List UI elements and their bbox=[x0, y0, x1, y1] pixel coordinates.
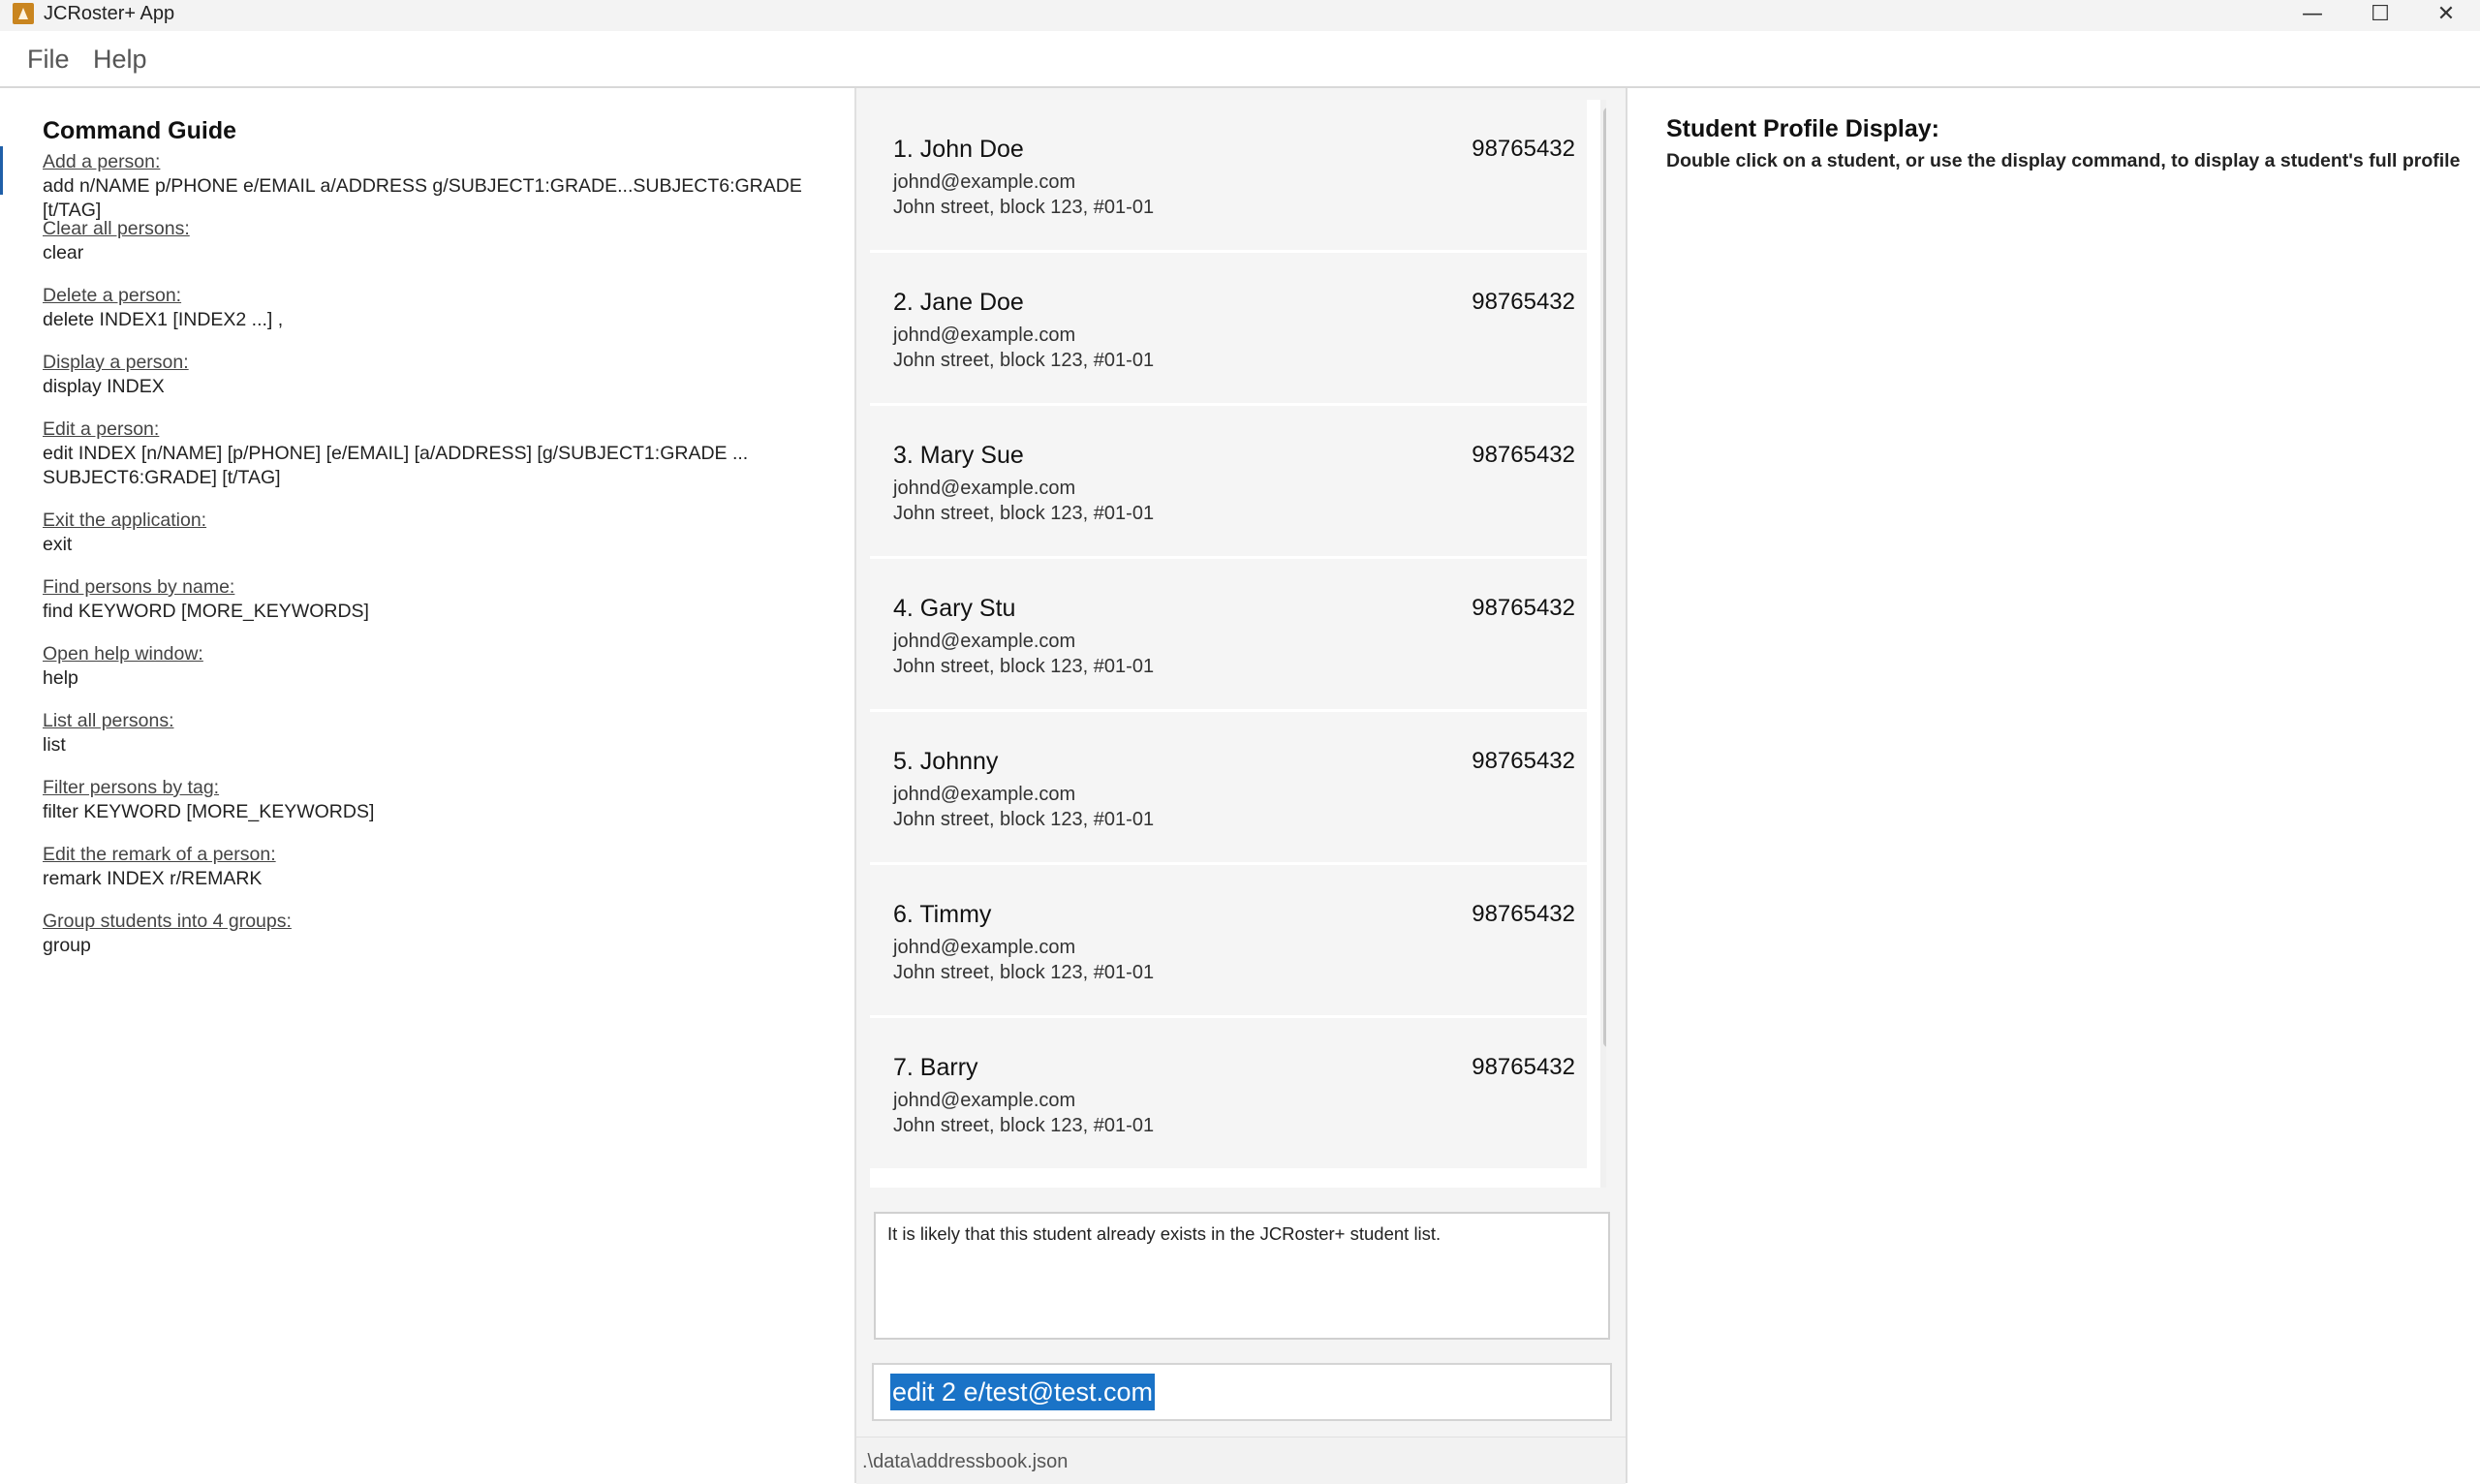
person-address: John street, block 123, #01-01 bbox=[893, 1115, 1155, 1136]
person-address: John street, block 123, #01-01 bbox=[893, 197, 1155, 218]
person-address: John street, block 123, #01-01 bbox=[893, 962, 1155, 983]
guide-command: display INDEX bbox=[43, 376, 165, 397]
command-guide-title: Command Guide bbox=[43, 117, 237, 144]
guide-item-help: Open help window: help bbox=[43, 642, 847, 691]
person-address: John street, block 123, #01-01 bbox=[893, 656, 1155, 677]
person-card[interactable]: 7. Barry 98765432 johnd@example.com John… bbox=[870, 1018, 1587, 1168]
person-name: 4. Gary Stu bbox=[893, 595, 1016, 622]
guide-label: Clear all persons: bbox=[43, 218, 190, 239]
guide-command: find KEYWORD [MORE_KEYWORDS] bbox=[43, 601, 369, 622]
menu-bar: File Help bbox=[0, 31, 2480, 88]
guide-label: Open help window: bbox=[43, 643, 203, 665]
guide-item-delete: Delete a person: delete INDEX1 [INDEX2 .… bbox=[43, 284, 847, 332]
person-card[interactable]: 1. John Doe 98765432 johnd@example.com J… bbox=[870, 100, 1587, 250]
person-phone: 98765432 bbox=[1472, 748, 1575, 774]
person-email: johnd@example.com bbox=[893, 478, 1076, 499]
person-card[interactable]: 4. Gary Stu 98765432 johnd@example.com J… bbox=[870, 559, 1587, 709]
status-bar: .\data\addressbook.json bbox=[856, 1437, 1626, 1484]
guide-command: group bbox=[43, 935, 91, 956]
guide-label: Exit the application: bbox=[43, 510, 207, 531]
person-phone: 98765432 bbox=[1472, 442, 1575, 468]
guide-command: edit INDEX [n/NAME] [p/PHONE] [e/EMAIL] … bbox=[43, 443, 749, 464]
guide-label: Display a person: bbox=[43, 352, 189, 373]
app-icon bbox=[13, 3, 34, 24]
guide-label: Edit the remark of a person: bbox=[43, 844, 276, 865]
guide-item-exit: Exit the application: exit bbox=[43, 509, 847, 557]
guide-command-continued: SUBJECT6:GRADE] [t/TAG] bbox=[43, 467, 281, 488]
guide-command: clear bbox=[43, 242, 84, 263]
person-name: 6. Timmy bbox=[893, 901, 992, 928]
guide-command: help bbox=[43, 667, 78, 689]
person-address: John street, block 123, #01-01 bbox=[893, 503, 1155, 524]
person-phone: 98765432 bbox=[1472, 1054, 1575, 1080]
person-email: johnd@example.com bbox=[893, 171, 1076, 193]
person-name: 7. Barry bbox=[893, 1054, 978, 1081]
person-list[interactable]: 1. John Doe 98765432 johnd@example.com J… bbox=[870, 100, 1606, 1188]
command-text-selected: edit 2 e/test@test.com bbox=[890, 1374, 1156, 1410]
maximize-button[interactable]: ☐ bbox=[2346, 0, 2414, 31]
person-name: 3. Mary Sue bbox=[893, 442, 1024, 469]
profile-title: Student Profile Display: bbox=[1666, 115, 1939, 142]
result-display: It is likely that this student already e… bbox=[874, 1212, 1610, 1340]
person-name: 2. Jane Doe bbox=[893, 289, 1024, 316]
guide-item-group: Group students into 4 groups: group bbox=[43, 910, 847, 958]
command-guide-panel: Command Guide Add a person: add n/NAME p… bbox=[0, 88, 856, 1483]
person-phone: 98765432 bbox=[1472, 901, 1575, 927]
window-title: JCRoster+ App bbox=[44, 3, 175, 24]
list-scrollbar[interactable] bbox=[1600, 100, 1606, 1188]
person-card[interactable]: 5. Johnny 98765432 johnd@example.com Joh… bbox=[870, 712, 1587, 862]
menu-file[interactable]: File bbox=[27, 45, 70, 75]
person-email: johnd@example.com bbox=[893, 325, 1076, 346]
person-card[interactable]: 2. Jane Doe 98765432 johnd@example.com J… bbox=[870, 253, 1587, 403]
title-bar: JCRoster+ App — ☐ ✕ bbox=[0, 0, 2480, 31]
guide-command: add n/NAME p/PHONE e/EMAIL a/ADDRESS g/S… bbox=[43, 175, 802, 221]
person-phone: 98765432 bbox=[1472, 595, 1575, 621]
person-email: johnd@example.com bbox=[893, 784, 1076, 805]
person-address: John street, block 123, #01-01 bbox=[893, 809, 1155, 830]
panel-accent bbox=[0, 146, 3, 195]
guide-item-find: Find persons by name: find KEYWORD [MORE… bbox=[43, 575, 847, 624]
result-message: It is likely that this student already e… bbox=[887, 1223, 1442, 1244]
person-card[interactable]: 6. Timmy 98765432 johnd@example.com John… bbox=[870, 865, 1587, 1015]
guide-item-display: Display a person: display INDEX bbox=[43, 351, 847, 399]
guide-item-clear: Clear all persons: clear bbox=[43, 217, 847, 265]
person-name: 5. Johnny bbox=[893, 748, 999, 775]
data-file-path: .\data\addressbook.json bbox=[862, 1451, 1069, 1472]
guide-command: exit bbox=[43, 534, 73, 555]
person-phone: 98765432 bbox=[1472, 136, 1575, 162]
person-name: 1. John Doe bbox=[893, 136, 1024, 163]
guide-command: list bbox=[43, 734, 66, 756]
person-email: johnd@example.com bbox=[893, 1090, 1076, 1111]
guide-command: remark INDEX r/REMARK bbox=[43, 868, 263, 889]
guide-label: Add a person: bbox=[43, 151, 161, 172]
minimize-button[interactable]: — bbox=[2278, 0, 2346, 31]
close-button[interactable]: ✕ bbox=[2412, 0, 2480, 31]
guide-item-filter: Filter persons by tag: filter KEYWORD [M… bbox=[43, 776, 847, 824]
student-profile-panel: Student Profile Display: Double click on… bbox=[1628, 88, 2480, 1483]
guide-item-list: List all persons: list bbox=[43, 709, 847, 757]
person-email: johnd@example.com bbox=[893, 631, 1076, 652]
guide-command: delete INDEX1 [INDEX2 ...] , bbox=[43, 309, 284, 330]
guide-label: Delete a person: bbox=[43, 285, 182, 306]
person-phone: 98765432 bbox=[1472, 289, 1575, 315]
guide-command: filter KEYWORD [MORE_KEYWORDS] bbox=[43, 801, 375, 822]
command-box[interactable]: edit 2 e/test@test.com bbox=[872, 1363, 1612, 1421]
guide-label: List all persons: bbox=[43, 710, 174, 731]
guide-item-edit: Edit a person: edit INDEX [n/NAME] [p/PH… bbox=[43, 417, 847, 490]
person-address: John street, block 123, #01-01 bbox=[893, 350, 1155, 371]
guide-label: Find persons by name: bbox=[43, 576, 235, 598]
person-card[interactable]: 3. Mary Sue 98765432 johnd@example.com J… bbox=[870, 406, 1587, 556]
guide-label: Edit a person: bbox=[43, 418, 160, 440]
person-list-panel: 1. John Doe 98765432 johnd@example.com J… bbox=[856, 88, 1628, 1484]
person-email: johnd@example.com bbox=[893, 937, 1076, 958]
guide-label: Group students into 4 groups: bbox=[43, 911, 292, 932]
guide-item-remark: Edit the remark of a person: remark INDE… bbox=[43, 843, 847, 891]
scrollbar-thumb[interactable] bbox=[1603, 108, 1606, 1047]
profile-hint: Double click on a student, or use the di… bbox=[1666, 150, 2461, 171]
guide-item-add: Add a person: add n/NAME p/PHONE e/EMAIL… bbox=[43, 150, 847, 223]
guide-label: Filter persons by tag: bbox=[43, 777, 220, 798]
menu-help[interactable]: Help bbox=[93, 45, 147, 75]
